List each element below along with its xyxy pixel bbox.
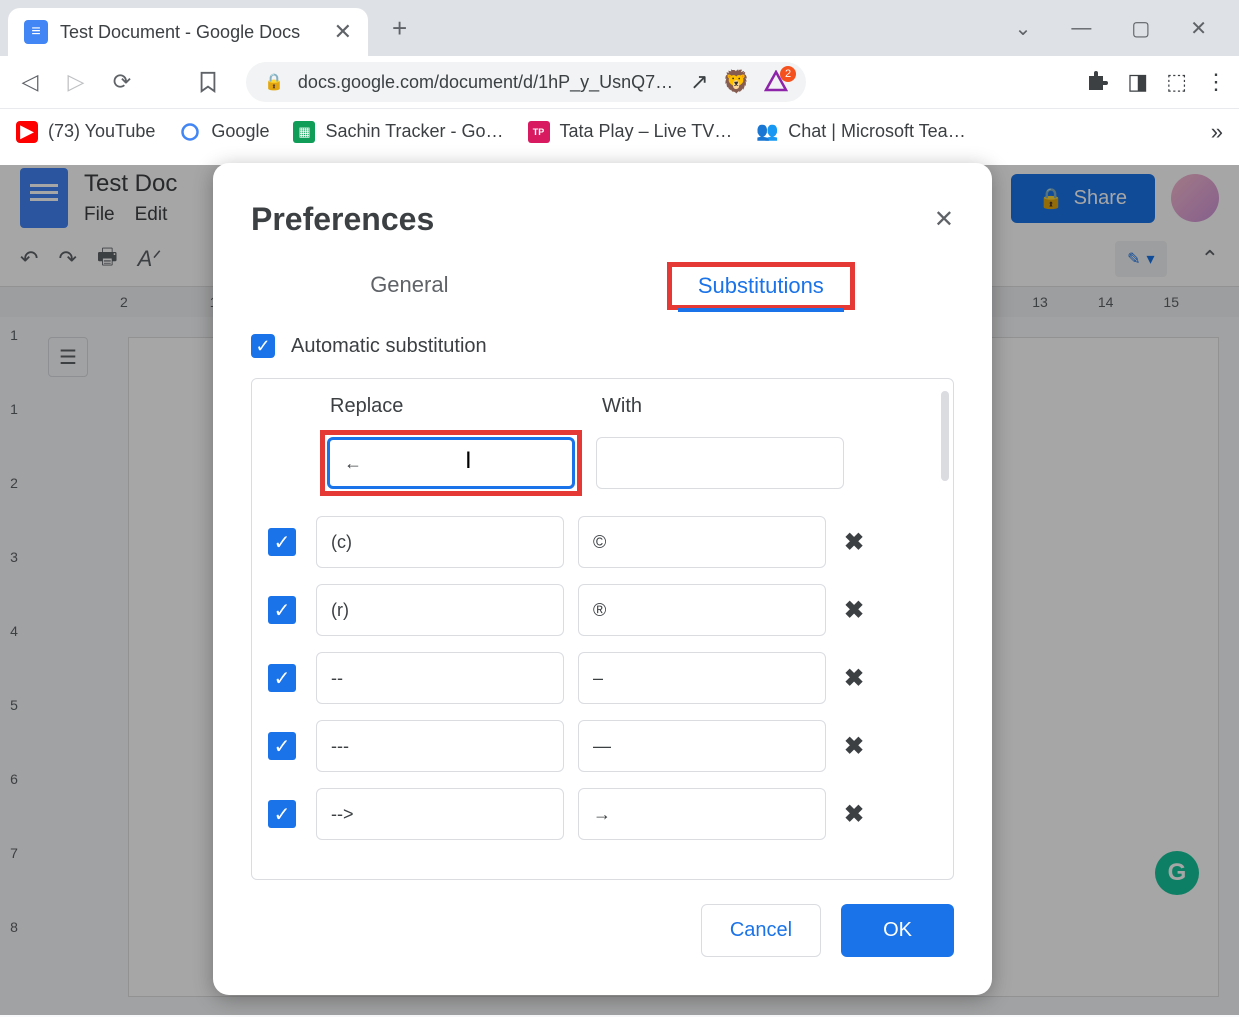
with-field[interactable] [578,516,826,568]
tab-substitutions[interactable]: Substitutions [678,263,844,312]
with-field[interactable] [578,788,826,840]
sheets-icon: ▦ [293,121,315,143]
replace-field[interactable] [316,652,564,704]
substitution-row: ✓ ✖ [260,508,945,576]
minimize-button[interactable]: — [1071,17,1091,40]
substitutions-table: Replace With I ✓ ✖ ✓ ✖ ✓ ✖ [251,378,954,880]
new-tab-button[interactable]: + [392,13,407,44]
header-replace: Replace [330,395,578,418]
extensions-icon[interactable] [1085,70,1109,94]
browser-toolbar: ◁ ▷ ⟳ 🔒 docs.google.com/document/d/1hP_y… [0,56,1239,108]
bookmark-teams[interactable]: 👥 Chat | Microsoft Tea… [756,121,965,143]
bookmark-sheets[interactable]: ▦ Sachin Tracker - Go… [293,121,503,143]
substitution-row: ✓ ✖ [260,780,945,848]
bookmark-youtube[interactable]: ▶ (73) YouTube [16,121,155,143]
replace-field[interactable] [316,788,564,840]
replace-input[interactable] [327,437,575,489]
teams-icon: 👥 [756,121,778,143]
scrollbar[interactable] [941,391,949,481]
address-bar[interactable]: 🔒 docs.google.com/document/d/1hP_y_UsnQ7… [246,62,806,102]
auto-substitution-checkbox[interactable]: ✓ [251,334,275,358]
youtube-icon: ▶ [16,121,38,143]
substitution-row: ✓ ✖ [260,712,945,780]
row-checkbox[interactable]: ✓ [268,800,296,828]
google-icon [179,121,201,143]
url-text: docs.google.com/document/d/1hP_y_UsnQ7Yo… [298,72,676,93]
forward-button[interactable]: ▷ [58,64,94,100]
window-controls: ⌄ — ▢ ✕ [1015,16,1231,41]
docs-favicon: ≡ [24,20,48,44]
auto-substitution-row: ✓ Automatic substitution [251,334,954,358]
bookmark-tata[interactable]: TP Tata Play – Live TV… [528,121,733,143]
modal-tabs: General Substitutions [251,262,954,310]
modal-footer: Cancel OK [251,904,954,957]
close-icon[interactable]: ✕ [334,19,352,45]
row-checkbox[interactable]: ✓ [268,732,296,760]
replace-field[interactable] [316,584,564,636]
back-button[interactable]: ◁ [12,64,48,100]
with-field[interactable] [578,652,826,704]
tab-strip: ≡ Test Document - Google Docs ✕ + ⌄ — ▢ … [0,0,1239,56]
highlight-box: I [320,430,582,496]
browser-chrome: ≡ Test Document - Google Docs ✕ + ⌄ — ▢ … [0,0,1239,154]
delete-row-icon[interactable]: ✖ [844,800,864,829]
delete-row-icon[interactable]: ✖ [844,664,864,693]
delete-row-icon[interactable]: ✖ [844,528,864,557]
bookmark-icon[interactable] [190,64,226,100]
dropdown-icon[interactable]: ⌄ [1015,16,1032,41]
with-field[interactable] [578,720,826,772]
row-checkbox[interactable]: ✓ [268,528,296,556]
reload-button[interactable]: ⟳ [104,64,140,100]
new-substitution-row: I [260,418,945,508]
browser-tab[interactable]: ≡ Test Document - Google Docs ✕ [8,8,368,56]
highlight-box: Substitutions [667,262,855,310]
bookmark-google[interactable]: Google [179,121,269,143]
preferences-modal: Preferences ✕ General Substitutions ✓ Au… [213,163,992,995]
with-input[interactable] [596,437,844,489]
with-field[interactable] [578,584,826,636]
wallet-icon[interactable]: ⬚ [1166,69,1187,95]
auto-substitution-label: Automatic substitution [291,335,487,358]
share-icon[interactable]: ↗ [690,69,708,95]
cancel-button[interactable]: Cancel [701,904,821,957]
delete-row-icon[interactable]: ✖ [844,732,864,761]
delete-row-icon[interactable]: ✖ [844,596,864,625]
row-checkbox[interactable]: ✓ [268,664,296,692]
badge-count: 2 [780,66,796,82]
close-window-button[interactable]: ✕ [1190,16,1207,41]
close-icon[interactable]: ✕ [934,205,954,234]
lock-icon: 🔒 [264,72,284,92]
bookmarks-overflow-icon[interactable]: » [1211,119,1223,145]
substitution-row: ✓ ✖ [260,644,945,712]
brave-rewards-icon[interactable]: 2 [764,70,788,94]
replace-field[interactable] [316,516,564,568]
header-with: With [602,395,850,418]
tata-play-icon: TP [528,121,550,143]
tab-general[interactable]: General [350,262,468,310]
substitution-row: ✓ ✖ [260,576,945,644]
text-cursor-icon: I [465,447,472,475]
modal-title: Preferences [251,201,434,238]
sidebar-icon[interactable]: ◨ [1127,69,1148,95]
tab-title: Test Document - Google Docs [60,22,322,43]
brave-shield-icon[interactable]: 🦁 [723,69,750,95]
ok-button[interactable]: OK [841,904,954,957]
bookmarks-bar: ▶ (73) YouTube Google ▦ Sachin Tracker -… [0,108,1239,154]
menu-icon[interactable]: ⋮ [1205,69,1227,95]
row-checkbox[interactable]: ✓ [268,596,296,624]
replace-field[interactable] [316,720,564,772]
maximize-button[interactable]: ▢ [1131,16,1150,41]
